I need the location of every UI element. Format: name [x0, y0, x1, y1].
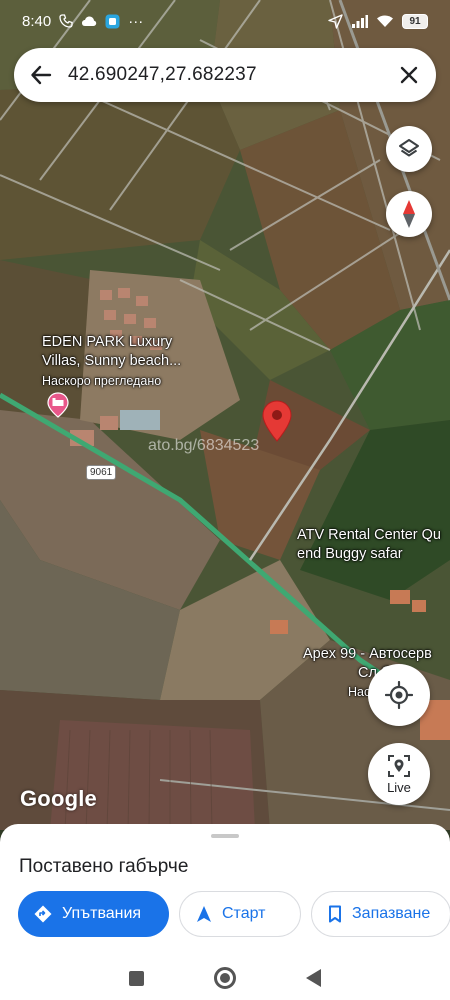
- compass-button[interactable]: [386, 191, 432, 237]
- live-label: Live: [387, 779, 411, 795]
- my-location-icon: [385, 681, 413, 709]
- place-label-apex-99[interactable]: Apex 99 - Автосерв: [303, 645, 432, 664]
- directions-label: Упътвания: [62, 905, 142, 922]
- my-location-button[interactable]: [368, 664, 430, 726]
- live-view-icon: [388, 754, 410, 777]
- place-label-eden-park-line2[interactable]: Villas, Sunny beach...: [42, 352, 181, 371]
- navigation-arrow-icon: [196, 905, 212, 923]
- save-label: Запазване: [352, 905, 431, 922]
- search-input[interactable]: 42.690247,27.682237: [68, 64, 382, 86]
- layers-icon: [399, 139, 419, 157]
- status-time: 8:40: [22, 12, 52, 30]
- wifi-icon: [376, 14, 394, 28]
- layers-button[interactable]: [386, 126, 432, 172]
- location-arrow-icon: [328, 13, 343, 29]
- clear-search-button[interactable]: [382, 48, 436, 102]
- google-logo: Google: [20, 786, 97, 811]
- app-icon: [105, 14, 120, 29]
- search-bar[interactable]: 42.690247,27.682237: [14, 48, 436, 102]
- save-button[interactable]: Запазване: [311, 891, 450, 937]
- home-button[interactable]: [214, 967, 236, 989]
- place-label-atv-rental[interactable]: ATV Rental Center Qu: [297, 526, 441, 545]
- hotel-pin-icon[interactable]: [47, 392, 69, 418]
- place-label-atv-rental-line2[interactable]: end Buggy safar: [297, 545, 403, 564]
- action-row: Упътвания Старт Запазване: [18, 891, 450, 937]
- directions-icon: [34, 905, 52, 923]
- system-nav-bar: [0, 956, 450, 1000]
- close-icon: [400, 66, 418, 84]
- directions-button[interactable]: Упътвания: [18, 891, 169, 937]
- status-more: ···: [128, 12, 144, 30]
- cloud-icon: [81, 15, 97, 27]
- start-label: Старт: [222, 905, 266, 922]
- place-label-eden-park[interactable]: EDEN PARK Luxury: [42, 333, 172, 352]
- phone-icon: [59, 14, 73, 28]
- status-bar: 8:40 ··· 91: [0, 0, 450, 42]
- bookmark-icon: [328, 905, 342, 923]
- dropped-pin-icon[interactable]: [262, 400, 292, 442]
- battery-icon: 91: [402, 13, 428, 29]
- back-nav-button[interactable]: [306, 969, 321, 987]
- watermark: ato.bg/6834523: [148, 437, 260, 454]
- sheet-title: Поставено габърче: [19, 856, 189, 877]
- recents-button[interactable]: [129, 970, 144, 986]
- start-button[interactable]: Старт: [179, 891, 301, 937]
- back-button[interactable]: [14, 48, 68, 102]
- signal-icon: [351, 14, 368, 28]
- recently-viewed-label: Наскоро прегледано: [42, 374, 162, 388]
- arrow-back-icon: [31, 65, 52, 85]
- live-view-button[interactable]: Live: [368, 743, 430, 805]
- drag-handle[interactable]: [211, 834, 239, 838]
- bottom-sheet[interactable]: Поставено габърче Упътвания Старт Запазв…: [0, 824, 450, 956]
- compass-icon: [403, 200, 415, 228]
- road-number-badge: 9061: [86, 465, 117, 480]
